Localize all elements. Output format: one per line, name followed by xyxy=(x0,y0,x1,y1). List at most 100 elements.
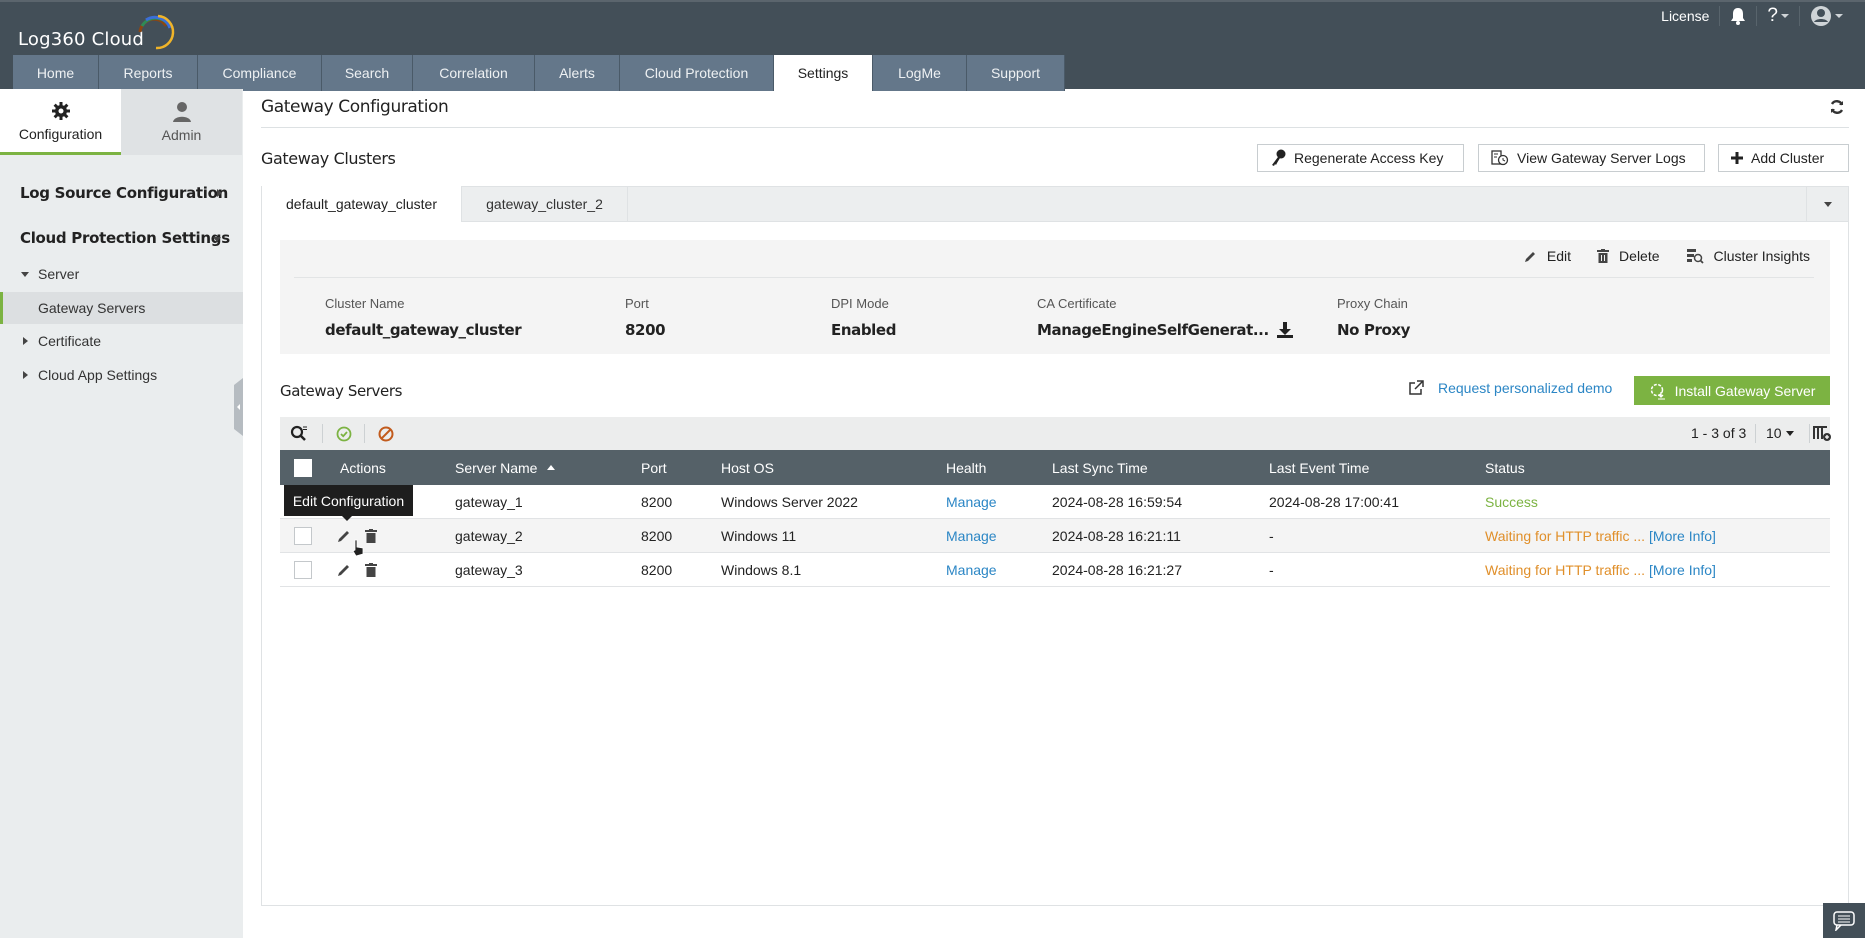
toolbar-separator xyxy=(364,424,365,443)
cluster-tabs-dropdown[interactable] xyxy=(1806,187,1848,221)
nav-tab-label: Compliance xyxy=(222,65,297,81)
cell-last-event: - xyxy=(1269,527,1274,544)
cell-last-event: 2024-08-28 17:00:41 xyxy=(1269,493,1399,510)
view-gateway-logs-button[interactable]: View Gateway Server Logs xyxy=(1478,144,1705,172)
nav-tab-cloud-protection[interactable]: Cloud Protection xyxy=(620,55,774,91)
nav-tab-search[interactable]: Search xyxy=(322,55,413,91)
cluster-insights-button[interactable]: Cluster Insights xyxy=(1686,248,1810,264)
column-header-host-os[interactable]: Host OS xyxy=(721,450,774,485)
select-all-checkbox[interactable] xyxy=(294,450,312,485)
cluster-tab-label: gateway_cluster_2 xyxy=(486,196,603,212)
health-manage-link[interactable]: Manage xyxy=(946,519,997,552)
sidebar-section-log-source[interactable]: Log Source Configuration xyxy=(20,184,230,202)
page-size-select[interactable]: 10 xyxy=(1766,425,1794,441)
health-manage-link[interactable]: Manage xyxy=(946,485,997,518)
nav-tab-logme[interactable]: LogMe xyxy=(873,55,967,91)
download-icon[interactable] xyxy=(1276,322,1293,338)
nav-tab-settings[interactable]: Settings xyxy=(774,55,873,91)
gear-download-icon xyxy=(1650,383,1665,399)
sidebar-tab-label: Admin xyxy=(161,127,202,143)
button-label[interactable]: View Gateway Server Logs xyxy=(1517,150,1686,166)
cluster-tabs: default_gateway_cluster gateway_cluster_… xyxy=(261,186,1849,222)
column-label: Status xyxy=(1485,459,1525,476)
column-header-health[interactable]: Health xyxy=(946,450,986,485)
cluster-tab-default[interactable]: default_gateway_cluster xyxy=(262,186,462,222)
nav-tab-compliance[interactable]: Compliance xyxy=(198,55,322,91)
trash-icon[interactable] xyxy=(365,528,377,543)
health-manage-link[interactable]: Manage xyxy=(946,553,997,586)
row-checkbox[interactable] xyxy=(294,526,312,545)
gateway-servers-title: Gateway Servers xyxy=(280,382,403,400)
sidebar-item-label: Certificate xyxy=(38,333,102,349)
app-logo[interactable]: Log360 Cloud xyxy=(18,14,175,50)
proxy-chain-field: Proxy Chain No Proxy xyxy=(1337,296,1410,339)
sidebar-item-gateway-servers[interactable]: Gateway Servers xyxy=(0,292,243,324)
nav-tab-home[interactable]: Home xyxy=(13,55,99,91)
help-button[interactable]: ? xyxy=(1756,5,1799,26)
sidebar-tab-admin[interactable]: Admin xyxy=(121,89,242,155)
edit-cluster-button[interactable]: Edit xyxy=(1524,248,1571,264)
page-size-value: 10 xyxy=(1766,425,1782,441)
install-gateway-server-button[interactable]: Install Gateway Server xyxy=(1634,376,1830,405)
link-label[interactable]: Request personalized demo xyxy=(1438,380,1612,396)
user-avatar-icon xyxy=(1811,6,1831,26)
cell-host-os: Windows 8.1 xyxy=(721,561,802,578)
column-header-status[interactable]: Status xyxy=(1485,450,1525,485)
admin-user-icon xyxy=(172,102,191,122)
column-chooser-button[interactable] xyxy=(1812,424,1832,445)
hand-cursor-icon xyxy=(352,539,364,557)
more-info-link[interactable]: [More Info] xyxy=(1649,528,1716,544)
column-header-port[interactable]: Port xyxy=(641,450,667,485)
sidebar-item-certificate[interactable]: Certificate xyxy=(0,325,243,357)
action-label: Delete xyxy=(1619,248,1660,264)
field-label: DPI Mode xyxy=(831,296,889,311)
column-header-server-name[interactable]: Server Name xyxy=(455,450,556,485)
nav-tab-reports[interactable]: Reports xyxy=(99,55,198,91)
column-header-last-event[interactable]: Last Event Time xyxy=(1269,450,1369,485)
status-badge: Waiting for HTTP traffic ... xyxy=(1485,527,1646,544)
user-menu-button[interactable] xyxy=(1799,6,1853,26)
external-link-icon xyxy=(1409,380,1424,395)
table-row: gateway_3 8200 Windows 8.1 Manage 2024-0… xyxy=(280,553,1830,587)
checkbox[interactable] xyxy=(294,458,312,477)
pencil-icon[interactable] xyxy=(337,529,351,543)
nav-tab-label: Correlation xyxy=(439,65,508,81)
caret-right-icon xyxy=(23,337,28,345)
sidebar-section-cloud-protection[interactable]: Cloud Protection Settings xyxy=(20,229,230,247)
enable-button[interactable] xyxy=(336,426,352,445)
more-info-link[interactable]: [More Info] xyxy=(1649,562,1716,578)
pencil-icon[interactable] xyxy=(337,563,351,577)
cluster-tab-gateway-cluster-2[interactable]: gateway_cluster_2 xyxy=(462,186,628,222)
sidebar-tab-configuration[interactable]: Configuration xyxy=(0,89,121,155)
sidebar-item-label: Cloud App Settings xyxy=(38,367,158,383)
nav-tab-correlation[interactable]: Correlation xyxy=(413,55,535,91)
nav-tab-support[interactable]: Support xyxy=(967,55,1065,91)
regenerate-access-key-button[interactable]: Regenerate Access Key xyxy=(1257,144,1464,172)
nav-tab-label: Support xyxy=(990,65,1041,81)
log-clock-icon xyxy=(1491,150,1509,166)
request-demo-link[interactable]: Request personalized demo xyxy=(1408,380,1612,396)
row-checkbox[interactable] xyxy=(294,560,312,579)
trash-icon[interactable] xyxy=(365,562,377,577)
column-header-last-sync[interactable]: Last Sync Time xyxy=(1052,450,1148,485)
nav-tab-label: Search xyxy=(344,65,390,81)
refresh-button[interactable] xyxy=(1829,99,1845,118)
disable-button[interactable] xyxy=(378,426,394,445)
add-cluster-button[interactable]: Add Cluster xyxy=(1718,144,1849,172)
cell-host-os: Windows Server 2022 xyxy=(721,493,858,510)
search-filter-button[interactable] xyxy=(290,425,308,446)
sidebar-item-label: Gateway Servers xyxy=(38,300,146,316)
sidebar-collapse-handle[interactable] xyxy=(234,378,243,436)
license-link[interactable]: License xyxy=(1651,6,1719,26)
toolbar-separator xyxy=(1809,424,1810,443)
logo-arc-icon xyxy=(138,14,175,50)
cluster-tab-label: default_gateway_cluster xyxy=(286,196,437,212)
chat-button[interactable] xyxy=(1823,903,1865,938)
sidebar-item-cloud-app-settings[interactable]: Cloud App Settings xyxy=(0,359,243,391)
delete-cluster-button[interactable]: Delete xyxy=(1597,248,1660,264)
nav-tab-alerts[interactable]: Alerts xyxy=(535,55,620,91)
refresh-icon xyxy=(1830,100,1844,114)
edit-configuration-tooltip: Edit Configuration xyxy=(284,485,413,521)
sidebar-item-server[interactable]: Server xyxy=(0,258,243,290)
notifications-button[interactable] xyxy=(1719,6,1756,26)
